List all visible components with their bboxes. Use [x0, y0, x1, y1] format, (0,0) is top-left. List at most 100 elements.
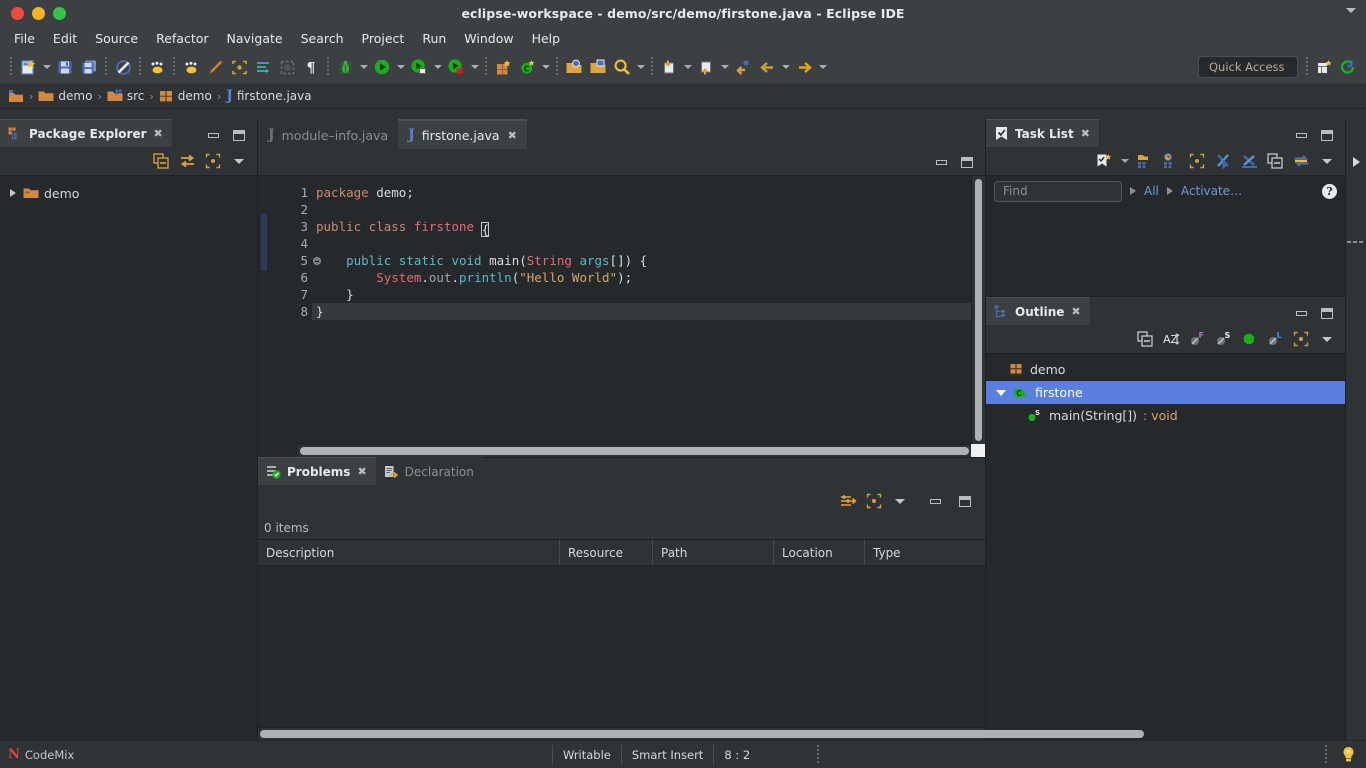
- block-select-icon[interactable]: [275, 55, 299, 79]
- new-class-icon[interactable]: C: [515, 55, 539, 79]
- breadcrumb-item-demo-package[interactable]: demo: [159, 89, 212, 103]
- close-icon[interactable]: ✖: [154, 128, 163, 139]
- menu-help[interactable]: Help: [524, 28, 569, 49]
- breadcrumb-item-file[interactable]: J firstone.java: [226, 89, 311, 103]
- new-wizard-dropdown[interactable]: [40, 55, 53, 79]
- help-icon[interactable]: ?: [1322, 183, 1337, 199]
- forward-icon[interactable]: [792, 55, 816, 79]
- back-dropdown[interactable]: [779, 55, 792, 79]
- menu-navigate[interactable]: Navigate: [219, 28, 291, 49]
- minimize-problems-button[interactable]: [930, 498, 941, 504]
- filters-icon[interactable]: [836, 490, 860, 512]
- skip-breakpoints-icon[interactable]: [179, 55, 203, 79]
- minimize-window-button[interactable]: [32, 6, 45, 20]
- statusbar-left[interactable]: N CodeMix: [0, 747, 74, 762]
- open-type-icon[interactable]: [562, 55, 586, 79]
- collapse-all-icon[interactable]: [1263, 150, 1287, 172]
- expand-filter-icon[interactable]: [1237, 150, 1261, 172]
- java-perspective-icon[interactable]: [1336, 55, 1360, 79]
- column-header-resource[interactable]: Resource: [560, 540, 653, 565]
- menu-file[interactable]: File: [6, 28, 43, 49]
- quick-access-field[interactable]: Quick Access: [1198, 56, 1298, 78]
- minimize-view-button[interactable]: [1296, 311, 1307, 316]
- breadcrumb-item-demo-project[interactable]: demo: [38, 89, 92, 103]
- minimize-view-button[interactable]: [208, 133, 219, 138]
- hide-fields-icon[interactable]: F: [1185, 328, 1209, 350]
- close-icon[interactable]: ✖: [508, 130, 517, 141]
- collapse-all-icon[interactable]: [1133, 328, 1157, 350]
- package-explorer-tree[interactable]: demo: [0, 176, 257, 740]
- focus-icon[interactable]: [201, 150, 225, 172]
- close-icon[interactable]: ✖: [1081, 128, 1090, 139]
- run-dropdown[interactable]: [394, 55, 407, 79]
- previous-annotation-dropdown[interactable]: [681, 55, 694, 79]
- filter-arrow-icon[interactable]: [1130, 187, 1136, 195]
- restore-view-arrow-icon[interactable]: [1352, 157, 1360, 167]
- tab-problems[interactable]: Problems ✖: [258, 457, 376, 485]
- collapse-all-icon[interactable]: [149, 150, 173, 172]
- save-all-icon[interactable]: [77, 55, 101, 79]
- run-stop-icon[interactable]: [444, 55, 468, 79]
- outline-tree[interactable]: demo C firstone S main(String[]) : void: [986, 354, 1345, 740]
- synchronize-icon[interactable]: [1289, 150, 1313, 172]
- maximize-view-button[interactable]: [1321, 308, 1333, 319]
- save-icon[interactable]: [53, 55, 77, 79]
- hide-static-icon[interactable]: S: [1211, 328, 1235, 350]
- task-filter-all[interactable]: All: [1144, 184, 1159, 198]
- new-class-dropdown[interactable]: [539, 55, 552, 79]
- scrollbar-thumb[interactable]: [300, 447, 969, 455]
- view-menu-icon[interactable]: [888, 490, 912, 512]
- activate-arrow-icon[interactable]: [1166, 187, 1173, 195]
- menu-source[interactable]: Source: [87, 28, 146, 49]
- toolbar-overflow-dots[interactable]: [1347, 241, 1363, 243]
- hide-nonpublic-icon[interactable]: [1237, 328, 1261, 350]
- categorize-icon[interactable]: [1133, 150, 1157, 172]
- back-icon[interactable]: [755, 55, 779, 79]
- menu-window[interactable]: Window: [456, 28, 521, 49]
- code-text-area[interactable]: package demo; public class firstone { pu…: [312, 176, 985, 457]
- run-external-icon[interactable]: [407, 55, 431, 79]
- close-window-button[interactable]: [11, 6, 24, 20]
- schedule-icon[interactable]: [1159, 150, 1183, 172]
- scrollbar-thumb[interactable]: [260, 730, 1144, 738]
- outline-item-demo[interactable]: demo: [986, 358, 1345, 381]
- close-icon[interactable]: ✖: [357, 466, 366, 477]
- minimize-editor-button[interactable]: [936, 159, 947, 165]
- editor-tab-firstone[interactable]: J firstone.java ✖: [398, 119, 527, 149]
- focus-icon[interactable]: [1289, 328, 1313, 350]
- task-find-input[interactable]: Find: [994, 180, 1122, 202]
- last-edit-location-icon[interactable]: [731, 55, 755, 79]
- outline-item-main-method[interactable]: S main(String[]) : void: [986, 404, 1345, 427]
- breadcrumb-item-root[interactable]: [8, 89, 24, 104]
- next-annotation-dropdown[interactable]: [718, 55, 731, 79]
- run-stop-dropdown[interactable]: [468, 55, 481, 79]
- tab-task-list[interactable]: Task List ✖: [986, 119, 1099, 147]
- view-menu-icon[interactable]: [1315, 328, 1339, 350]
- editor-marker-bar[interactable]: [258, 176, 272, 457]
- collapse-filter-icon[interactable]: [1211, 150, 1235, 172]
- problems-horizontal-scrollbar[interactable]: [258, 727, 1144, 740]
- tree-item-demo[interactable]: demo: [0, 182, 257, 204]
- scrollbar-thumb[interactable]: [975, 179, 982, 441]
- tip-bulb-icon[interactable]: [1341, 746, 1366, 764]
- maximize-problems-button[interactable]: [959, 495, 971, 507]
- search-dropdown[interactable]: [634, 55, 647, 79]
- window-controls[interactable]: [0, 6, 66, 20]
- new-java-project-icon[interactable]: [491, 55, 515, 79]
- focus-icon[interactable]: [227, 55, 251, 79]
- next-annotation-icon[interactable]: [694, 55, 718, 79]
- expand-arrow-icon[interactable]: [8, 189, 18, 197]
- sort-icon[interactable]: AZ: [1159, 328, 1183, 350]
- run-external-dropdown[interactable]: [431, 55, 444, 79]
- minimize-view-button[interactable]: [1296, 133, 1307, 138]
- tab-package-explorer[interactable]: Package Explorer ✖: [0, 119, 172, 147]
- new-perspective-icon[interactable]: [1312, 55, 1336, 79]
- column-header-path[interactable]: Path: [653, 540, 774, 565]
- new-task-icon[interactable]: [1092, 150, 1116, 172]
- debug-dropdown[interactable]: [357, 55, 370, 79]
- maximize-window-button[interactable]: [53, 6, 66, 20]
- previous-annotation-icon[interactable]: [657, 55, 681, 79]
- menu-search[interactable]: Search: [293, 28, 352, 49]
- editor-horizontal-scrollbar[interactable]: [298, 444, 971, 457]
- editor-tab-module-info[interactable]: J module–info.java: [258, 119, 399, 149]
